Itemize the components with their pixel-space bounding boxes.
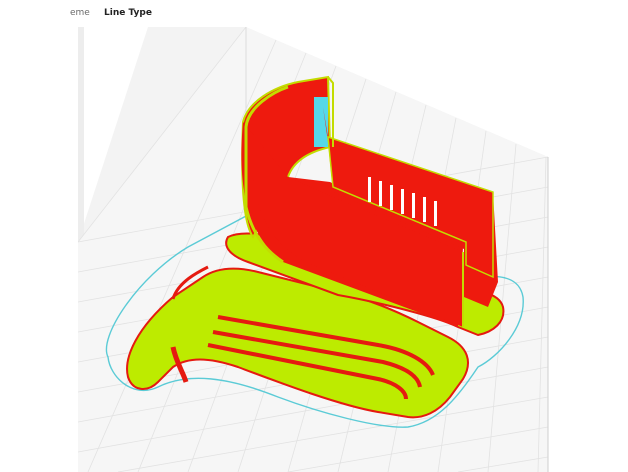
support-block	[314, 97, 328, 147]
3d-viewport[interactable]	[78, 27, 550, 472]
view-toolbar: eme Line Type	[0, 0, 628, 26]
color-scheme-dropdown[interactable]: Line Type	[104, 8, 152, 18]
build-plate-render	[78, 27, 549, 472]
color-scheme-label: eme	[70, 8, 90, 18]
